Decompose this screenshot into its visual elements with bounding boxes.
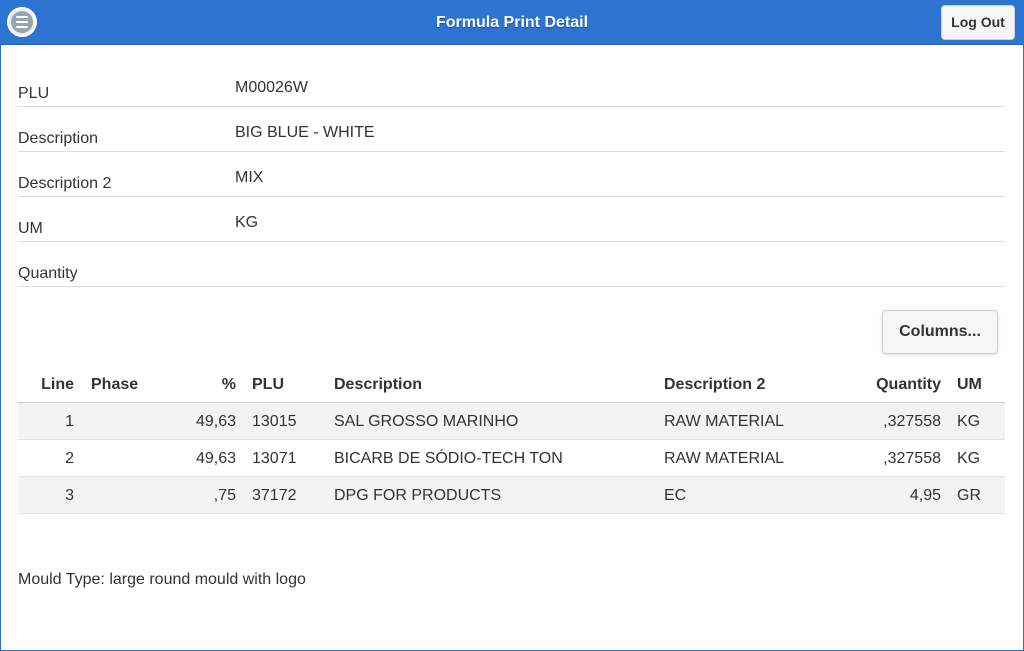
cell-um: GR bbox=[957, 487, 981, 504]
formula-table: Line Phase % PLU Description Description… bbox=[18, 366, 1005, 514]
column-header-description-2[interactable]: Description 2 bbox=[664, 366, 854, 403]
field-label: UM bbox=[18, 220, 43, 237]
field-value: BIG BLUE - WHITE bbox=[235, 124, 375, 141]
field-quantity: Quantity bbox=[18, 242, 1005, 287]
cell-phase bbox=[91, 440, 171, 477]
column-header-description[interactable]: Description bbox=[334, 366, 654, 403]
page-title: Formula Print Detail bbox=[435, 14, 589, 31]
cell-description: SAL GROSSO MARINHO bbox=[334, 413, 519, 430]
field-plu: PLU M00026W bbox=[18, 62, 1005, 107]
table-row[interactable]: 2 49,63 13071 BICARB DE SÓDIO-TECH TON R… bbox=[18, 440, 1005, 477]
column-header-um[interactable]: UM bbox=[957, 366, 997, 403]
column-header-plu[interactable]: PLU bbox=[252, 366, 322, 403]
cell-line: 1 bbox=[65, 413, 74, 430]
cell-phase bbox=[91, 403, 171, 440]
table-row[interactable]: 3 ,75 37172 DPG FOR PRODUCTS EC 4,95 GR bbox=[18, 477, 1005, 514]
field-label: PLU bbox=[18, 85, 50, 102]
field-value: M00026W bbox=[235, 79, 308, 96]
mould-type-note: Mould Type: large round mould with logo bbox=[18, 571, 306, 588]
table-header-row: Line Phase % PLU Description Description… bbox=[18, 366, 1005, 403]
field-description: Description BIG BLUE - WHITE bbox=[18, 107, 1005, 152]
cell-description-2: EC bbox=[664, 487, 687, 504]
column-header-line[interactable]: Line bbox=[18, 366, 74, 403]
logout-button[interactable]: Log Out bbox=[941, 5, 1015, 40]
cell-line: 3 bbox=[65, 487, 74, 504]
cell-description: DPG FOR PRODUCTS bbox=[334, 487, 502, 504]
cell-quantity: 4,95 bbox=[909, 487, 941, 504]
cell-description-2: RAW MATERIAL bbox=[664, 413, 785, 430]
cell-plu: 37172 bbox=[252, 487, 297, 504]
cell-description-2: RAW MATERIAL bbox=[664, 450, 785, 467]
app-header: Formula Print Detail Log Out bbox=[0, 0, 1024, 45]
cell-percent: 49,63 bbox=[195, 413, 236, 430]
field-um: UM KG bbox=[18, 197, 1005, 242]
field-label: Description 2 bbox=[18, 175, 112, 192]
cell-description: BICARB DE SÓDIO-TECH TON bbox=[334, 450, 563, 467]
column-header-quantity[interactable]: Quantity bbox=[838, 366, 941, 403]
table-row[interactable]: 1 49,63 13015 SAL GROSSO MARINHO RAW MAT… bbox=[18, 403, 1005, 440]
column-header-phase[interactable]: Phase bbox=[91, 366, 171, 403]
field-label: Quantity bbox=[18, 265, 78, 282]
cell-percent: ,75 bbox=[213, 487, 236, 504]
field-value: MIX bbox=[235, 169, 264, 186]
cell-plu: 13015 bbox=[252, 413, 297, 430]
column-header-percent[interactable]: % bbox=[168, 366, 236, 403]
cell-quantity: ,327558 bbox=[883, 450, 941, 467]
columns-button[interactable]: Columns... bbox=[882, 310, 998, 354]
cell-um: KG bbox=[957, 413, 981, 430]
field-label: Description bbox=[18, 130, 99, 147]
cell-phase bbox=[91, 477, 171, 514]
cell-um: KG bbox=[957, 450, 981, 467]
field-value: KG bbox=[235, 214, 259, 231]
cell-plu: 13071 bbox=[252, 450, 297, 467]
field-description-2: Description 2 MIX bbox=[18, 152, 1005, 197]
cell-quantity: ,327558 bbox=[883, 413, 941, 430]
cell-percent: 49,63 bbox=[195, 450, 236, 467]
cell-line: 2 bbox=[65, 450, 74, 467]
